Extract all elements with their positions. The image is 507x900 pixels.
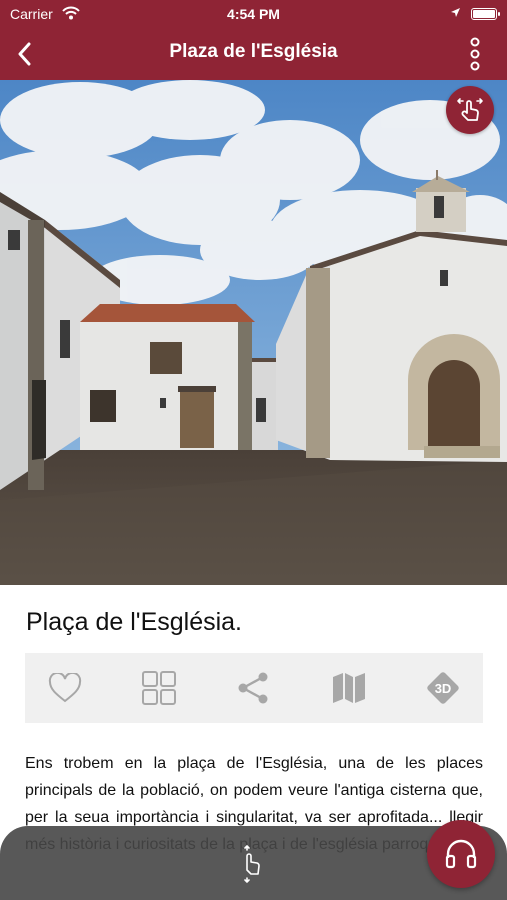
place-title: Plaça de l'Església.: [26, 608, 243, 636]
gesture-control-button[interactable]: [446, 86, 494, 134]
action-bar: 3D: [25, 653, 483, 723]
share-button[interactable]: [213, 653, 293, 723]
headphones-icon: [445, 839, 477, 869]
swipe-gesture-icon: [244, 844, 260, 884]
audio-guide-button[interactable]: [427, 820, 495, 888]
location-arrow-icon: [451, 8, 460, 17]
nav-bar: Plaza de l'Església: [0, 28, 507, 80]
status-time: 4:54 PM: [227, 6, 280, 22]
map-icon: [333, 673, 365, 703]
more-vertical-icon: [470, 37, 480, 71]
favorite-button[interactable]: [25, 653, 105, 723]
swipe-up-handle[interactable]: [234, 842, 274, 886]
3d-icon: 3D: [427, 672, 459, 704]
status-bar: Carrier 4:54 PM: [0, 0, 507, 28]
page-title: Plaza de l'Església: [169, 41, 338, 62]
share-icon: [238, 672, 268, 704]
map-button[interactable]: [309, 653, 389, 723]
3d-scene-view[interactable]: [0, 80, 507, 585]
battery-icon: [471, 8, 500, 20]
3d-label: 3D: [435, 681, 452, 696]
heart-icon: [48, 673, 82, 703]
grid-icon: [142, 671, 176, 705]
3d-view-button[interactable]: 3D: [403, 653, 483, 723]
touch-gesture-icon: [457, 98, 483, 121]
more-options-button[interactable]: [457, 36, 493, 72]
gallery-button[interactable]: [119, 653, 199, 723]
